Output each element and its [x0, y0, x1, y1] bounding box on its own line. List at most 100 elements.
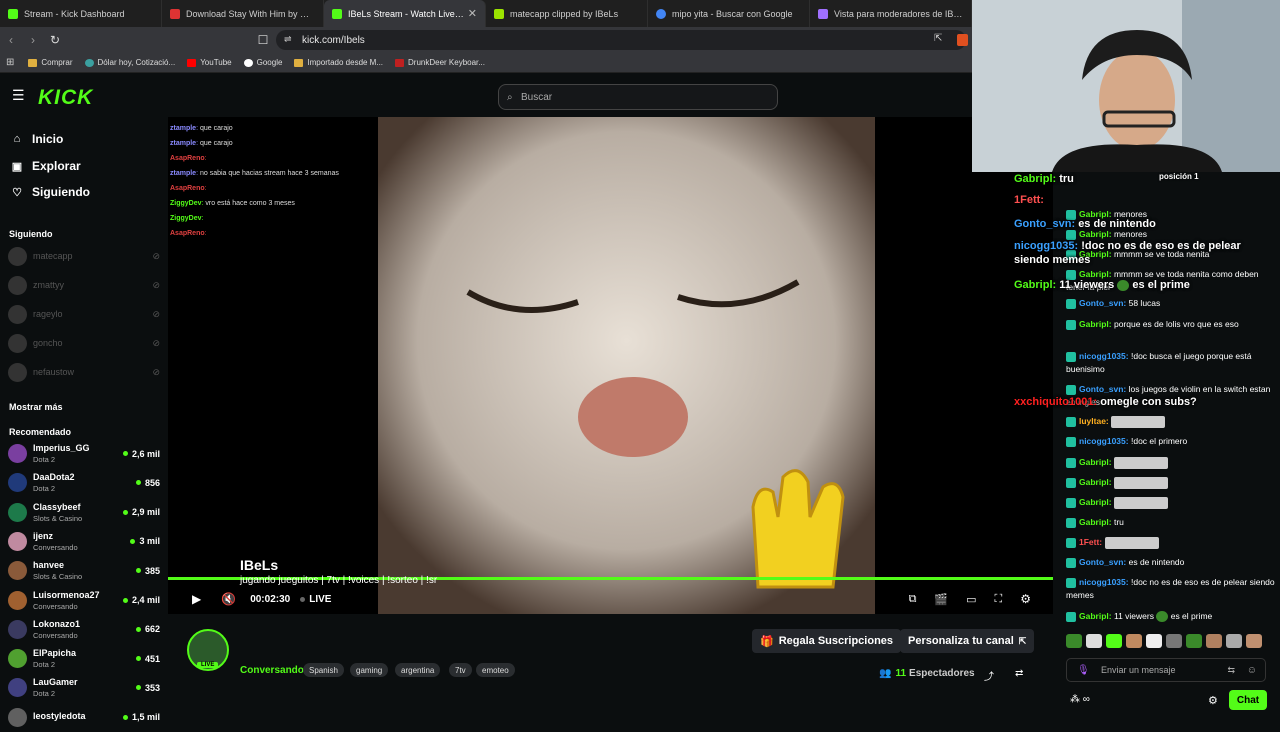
play-icon[interactable]: ▶: [192, 592, 201, 606]
bookmark-label: DrunkDeer Keyboar...: [408, 58, 485, 67]
channel-name[interactable]: IBeLs: [240, 557, 278, 573]
tag-pill[interactable]: Spanish: [303, 663, 344, 677]
search-input[interactable]: ⌕ Buscar: [498, 84, 778, 110]
theater-icon[interactable]: ▭: [966, 593, 976, 606]
tag-pill[interactable]: emoteo: [476, 663, 515, 677]
emote-icon[interactable]: [1226, 634, 1242, 648]
following-item[interactable]: matecapp ⊘: [8, 245, 160, 267]
chat-settings-icon[interactable]: ⚙: [1208, 694, 1218, 707]
chat-send-button[interactable]: Chat: [1229, 690, 1267, 710]
recommended-item[interactable]: Imperius_GG Dota 2 2,6 mil: [8, 439, 160, 468]
site-info-icon[interactable]: ⇌: [284, 34, 292, 45]
chat-user[interactable]: nicogg1035:: [1079, 577, 1129, 587]
chat-user[interactable]: Gabripl:: [1079, 611, 1112, 621]
video-player[interactable]: ztample: que carajo ztample: que carajo As…: [168, 117, 1053, 614]
recommended-item[interactable]: Luisormenoa27 Conversando 2,4 mil: [8, 586, 160, 615]
overlay-chat-line: Gabripl: 11 viewers es el prime: [1014, 278, 1274, 292]
emote-icon[interactable]: [1106, 634, 1122, 648]
reload-icon[interactable]: ↻: [44, 33, 66, 47]
following-item[interactable]: rageylo ⊘: [8, 303, 160, 325]
chat-input[interactable]: 🎙 Enviar un mensaje ⇆ ☺: [1066, 658, 1266, 682]
bookmark-item[interactable]: YouTube: [187, 58, 232, 67]
emote-icon[interactable]: [1166, 634, 1182, 648]
following-item[interactable]: zmattyy ⊘: [8, 274, 160, 296]
forward-icon[interactable]: ›: [22, 33, 44, 47]
chat-user[interactable]: luyltae:: [1079, 416, 1109, 426]
translate-icon[interactable]: ⇆: [1227, 665, 1235, 676]
bookmark-star-icon[interactable]: ☐: [252, 33, 274, 47]
bookmark-item[interactable]: Google: [243, 58, 282, 67]
share-icon[interactable]: ⤴: [984, 668, 994, 683]
chat-user: xxchiquito1001:: [1014, 396, 1098, 408]
chat-user[interactable]: Gabripl:: [1079, 457, 1112, 467]
nav-siguiendo[interactable]: ♡ Siguiendo: [10, 185, 90, 199]
browser-tab[interactable]: Vista para moderadores de IBeLs_: [810, 0, 972, 27]
following-item[interactable]: goncho ⊘: [8, 332, 160, 354]
share-icon[interactable]: ⇱: [934, 33, 942, 44]
customize-channel-button[interactable]: Personaliza tu canal ⇱: [900, 629, 1035, 653]
recommended-item[interactable]: DaaDota2 Dota 2 856: [8, 468, 160, 497]
avatar: [8, 444, 27, 463]
emote-icon[interactable]: [1086, 634, 1102, 648]
points-icon[interactable]: ⁂ ∞: [1070, 694, 1090, 705]
bookmark-item[interactable]: Importado desde M...: [294, 58, 383, 67]
follow-icon[interactable]: ⇄: [1015, 668, 1023, 679]
browser-tab[interactable]: Stream - Kick Dashboard: [0, 0, 162, 27]
following-item[interactable]: nefaustow ⊘: [8, 361, 160, 383]
microphone-icon[interactable]: 🎙: [1077, 665, 1090, 676]
gift-subs-button[interactable]: 🎁 Regala Suscripciones: [752, 629, 902, 653]
recommended-item[interactable]: Classybeef Slots & Casino 2,9 mil: [8, 498, 160, 527]
emoji-icon[interactable]: ☺: [1247, 665, 1257, 676]
chat-user[interactable]: 1Fett:: [1079, 537, 1102, 547]
extension-icon[interactable]: [957, 34, 968, 46]
recommended-item[interactable]: ijenz Conversando 3 mil: [8, 527, 160, 556]
recommended-item[interactable]: hanvee Slots & Casino 385: [8, 556, 160, 585]
browser-tab[interactable]: mipo yita - Buscar con Google: [648, 0, 810, 27]
nav-explorar[interactable]: ▣ Explorar: [10, 159, 81, 173]
browser-tab[interactable]: matecapp clipped by IBeLs: [486, 0, 648, 27]
bookmark-item[interactable]: DrunkDeer Keyboar...: [395, 58, 485, 67]
bookmark-item[interactable]: Dólar hoy, Cotizació...: [84, 58, 175, 67]
streamer-name: LauGamer: [33, 677, 78, 688]
tag-pill[interactable]: 7tv: [449, 663, 472, 677]
emote-icon[interactable]: [1206, 634, 1222, 648]
recommended-item[interactable]: Lokonazo1 Conversando 662: [8, 615, 160, 644]
show-more-link[interactable]: Mostrar más: [9, 402, 63, 412]
emote-icon[interactable]: [1186, 634, 1202, 648]
tab-title: mipo yita - Buscar con Google: [672, 8, 793, 19]
url-text: kick.com/Ibels: [302, 34, 365, 46]
chat-user[interactable]: Gabripl:: [1079, 497, 1112, 507]
settings-icon[interactable]: ⚙: [1020, 592, 1031, 606]
chat-user[interactable]: Gonto_svn:: [1079, 557, 1126, 567]
browser-tab[interactable]: Download Stay With Him by Santiag: [162, 0, 324, 27]
pip-icon[interactable]: ⧉: [909, 593, 917, 606]
mute-icon[interactable]: 🔇: [221, 592, 236, 606]
browser-tab-active[interactable]: IBeLs Stream - Watch Live on Kick ✕: [324, 0, 486, 27]
nav-inicio[interactable]: ⌂ Inicio: [10, 132, 64, 146]
bookmark-item[interactable]: Comprar: [28, 58, 73, 67]
apps-grid-icon[interactable]: ⊞: [6, 57, 14, 68]
chat-user[interactable]: Gabripl:: [1079, 477, 1112, 487]
emote-icon[interactable]: [1066, 634, 1082, 648]
emote-icon[interactable]: [1126, 634, 1142, 648]
stream-category[interactable]: Conversando: [240, 665, 304, 676]
fullscreen-icon[interactable]: ⛶: [995, 593, 1003, 606]
recommended-item[interactable]: LauGamer Dota 2 353: [8, 673, 160, 702]
emote-icon[interactable]: [1146, 634, 1162, 648]
kick-logo[interactable]: KICK: [38, 86, 93, 110]
viewer-count: 👥 11 Espectadores: [879, 668, 975, 679]
url-field[interactable]: kick.com/Ibels: [276, 30, 966, 50]
hamburger-menu-icon[interactable]: ☰: [12, 87, 25, 104]
tag-pill[interactable]: argentina: [395, 663, 441, 677]
close-tab-icon[interactable]: ✕: [468, 7, 477, 20]
recommended-item[interactable]: ElPapicha Dota 2 451: [8, 644, 160, 673]
back-icon[interactable]: ‹: [0, 33, 22, 47]
clip-icon[interactable]: 🎬: [934, 593, 948, 606]
browse-icon: ▣: [11, 160, 23, 173]
emote-icon: [1156, 611, 1169, 623]
emote-icon[interactable]: [1246, 634, 1262, 648]
chat-user[interactable]: Gabripl:: [1079, 517, 1112, 527]
chat-user[interactable]: nicogg1035:: [1079, 436, 1129, 446]
recommended-item[interactable]: leostyledota 1,5 mil: [8, 703, 160, 732]
tag-pill[interactable]: gaming: [350, 663, 389, 677]
